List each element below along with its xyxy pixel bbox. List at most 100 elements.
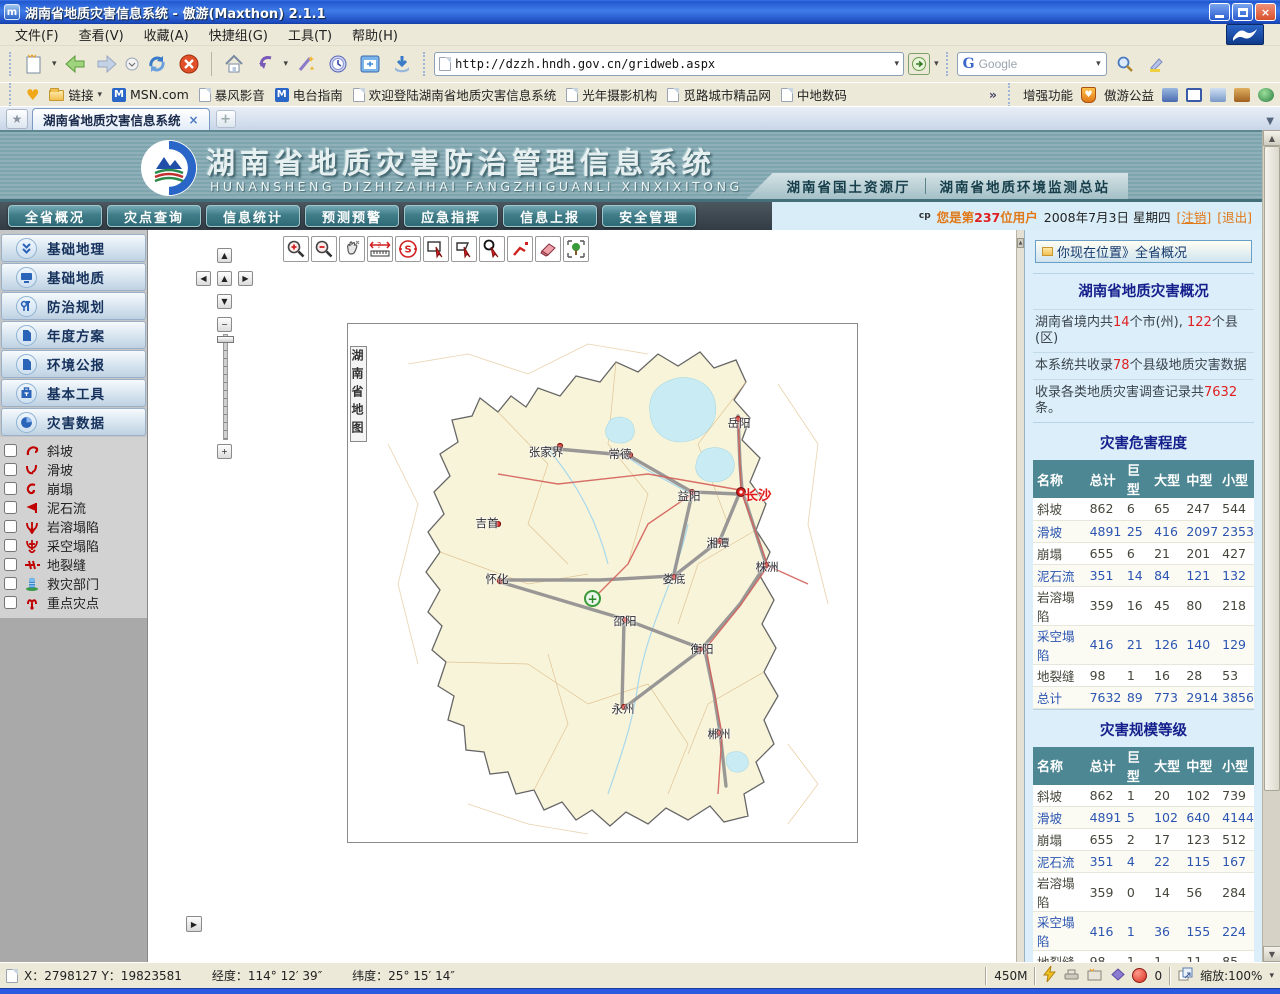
- undo-dropdown-icon[interactable]: ▾: [284, 59, 289, 69]
- full-extent-tool[interactable]: [563, 236, 589, 262]
- link-zhongdi-digital[interactable]: 中地数码: [781, 85, 847, 104]
- eraser-tool[interactable]: [535, 236, 561, 262]
- stop-button[interactable]: [175, 50, 203, 78]
- addressbar-grip[interactable]: [423, 52, 427, 76]
- address-input[interactable]: [455, 57, 890, 71]
- maxthon-shield-icon[interactable]: ♥: [1081, 87, 1096, 103]
- scroll-thumb[interactable]: [1264, 146, 1280, 791]
- nav-info-report[interactable]: 信息上报: [503, 205, 597, 227]
- org-land-resources-link[interactable]: 湖南省国土资源厅: [787, 176, 911, 196]
- new-tab-button[interactable]: +: [216, 110, 236, 128]
- nav-province-overview[interactable]: 全省概况: [8, 205, 102, 227]
- measure-distance-tool[interactable]: ?: [367, 236, 393, 262]
- download-button[interactable]: [388, 50, 416, 78]
- zoom-plus-button[interactable]: +: [217, 444, 232, 459]
- layer-checkbox-key-disaster-point[interactable]: [4, 596, 17, 609]
- tab-close-icon[interactable]: ×: [189, 113, 199, 127]
- gps-position-marker[interactable]: +: [584, 590, 601, 607]
- layer-checkbox-karst-collapse[interactable]: [4, 520, 17, 533]
- plugins-grip[interactable]: [1008, 83, 1012, 107]
- link-hunan-geohazard[interactable]: 欢迎登陆湖南省地质灾害信息系统: [353, 85, 557, 104]
- history-clock-button[interactable]: [324, 50, 352, 78]
- pan-center-button[interactable]: ▲: [217, 271, 232, 286]
- forward-button[interactable]: [93, 50, 121, 78]
- nav-security-management[interactable]: 安全管理: [602, 205, 696, 227]
- panel-scroll-up-icon[interactable]: ▲: [1017, 238, 1024, 248]
- page-scrollbar[interactable]: ▲ ▼: [1262, 130, 1280, 962]
- link-guangnian-photo[interactable]: 光年摄影机构: [566, 85, 657, 104]
- zoom-slider-thumb[interactable]: [217, 336, 234, 343]
- zoom-out-tool[interactable]: [311, 236, 337, 262]
- active-tab[interactable]: 湖南省地质灾害信息系统 ×: [32, 108, 210, 130]
- link-milu-city[interactable]: 觅路城市精品网: [667, 85, 771, 104]
- linksbar-grip[interactable]: [9, 83, 13, 107]
- maximize-button[interactable]: [1232, 3, 1253, 21]
- enhance-features-link[interactable]: 增强功能: [1023, 85, 1073, 104]
- exit-link[interactable]: [退出]: [1217, 207, 1252, 226]
- links-folder[interactable]: 链接▾: [49, 85, 102, 104]
- new-page-dropdown-icon[interactable]: ▾: [52, 59, 57, 69]
- search-button[interactable]: [1111, 50, 1139, 78]
- select-circle-tool[interactable]: [479, 236, 505, 262]
- pan-down-button[interactable]: ▼: [217, 294, 232, 309]
- refresh-button[interactable]: [143, 50, 171, 78]
- layer-checkbox-landslide[interactable]: [4, 463, 17, 476]
- sidebar-item-disaster-data[interactable]: 灾害数据: [1, 408, 146, 436]
- pan-left-button[interactable]: ◀: [196, 271, 211, 286]
- sidebar-item-environment-bulletin[interactable]: 环境公报: [1, 350, 146, 378]
- home-button[interactable]: [220, 50, 248, 78]
- undo-button[interactable]: [252, 50, 280, 78]
- proxy-icon[interactable]: [1063, 968, 1080, 984]
- globe-icon[interactable]: [1258, 88, 1274, 102]
- layer-checkbox-slope[interactable]: [4, 444, 17, 457]
- menu-file[interactable]: 文件(F): [6, 23, 68, 46]
- draw-polyline-tool[interactable]: [507, 236, 533, 262]
- layer-checkbox-rescue-department[interactable]: [4, 577, 17, 590]
- boost-icon[interactable]: [1043, 966, 1056, 985]
- google-engine-icon[interactable]: G: [963, 56, 975, 72]
- panel-scrollbar[interactable]: ▲: [1016, 230, 1024, 962]
- go-button[interactable]: [908, 53, 930, 75]
- back-button[interactable]: [61, 50, 89, 78]
- layer-checkbox-collapse[interactable]: [4, 482, 17, 495]
- menu-view[interactable]: 查看(V): [70, 23, 133, 46]
- measure-area-tool[interactable]: S: [395, 236, 421, 262]
- select-rectangle-tool[interactable]: [423, 236, 449, 262]
- map-area[interactable]: ? S ▲ ◀ ▲ ▶ ▼ − +: [148, 230, 1016, 962]
- scroll-down-button[interactable]: ▼: [1263, 946, 1280, 962]
- zoom-minus-button[interactable]: −: [217, 317, 232, 332]
- maxthon-charity-link[interactable]: 傲游公益: [1104, 85, 1154, 104]
- menu-favorites[interactable]: 收藏(A): [135, 23, 198, 46]
- new-page-button[interactable]: [20, 50, 48, 78]
- address-dropdown-icon[interactable]: ▾: [895, 59, 900, 69]
- sidebar-item-basic-tools[interactable]: 基本工具: [1, 379, 146, 407]
- layer-checkbox-mining-collapse[interactable]: [4, 539, 17, 552]
- menu-help[interactable]: 帮助(H): [343, 23, 407, 46]
- sidebar-item-prevention-planning[interactable]: 防治规划: [1, 292, 146, 320]
- layer-checkbox-debris-flow[interactable]: [4, 501, 17, 514]
- search-input[interactable]: [979, 57, 1093, 71]
- ad-blocked-icon[interactable]: [1132, 968, 1147, 983]
- map-canvas[interactable]: 湖南省地图 张家界 常德 岳阳 益阳 长沙 吉首 湘潭 株洲 娄底 怀化 邵阳 …: [347, 323, 858, 843]
- filter-pack-icon[interactable]: [1111, 968, 1125, 984]
- menu-groups[interactable]: 快捷组(G): [200, 23, 277, 46]
- sidebar-item-annual-plan[interactable]: 年度方案: [1, 321, 146, 349]
- toolbar-grip[interactable]: [9, 52, 13, 76]
- sidebar-item-basic-geology[interactable]: 基础地质: [1, 263, 146, 291]
- layer-checkbox-ground-fissure[interactable]: [4, 558, 17, 571]
- pan-tool[interactable]: [339, 236, 365, 262]
- window-tool-icon[interactable]: [1186, 88, 1202, 102]
- pan-right-button[interactable]: ▶: [238, 271, 253, 286]
- scroll-up-button[interactable]: ▲: [1263, 130, 1280, 146]
- sidebar-item-basic-geography[interactable]: 基础地理: [1, 234, 146, 262]
- window-list-button[interactable]: [356, 50, 384, 78]
- resize-page-icon[interactable]: [1178, 967, 1193, 984]
- notes-icon[interactable]: [1210, 88, 1226, 102]
- go-dropdown-icon[interactable]: ▾: [934, 59, 939, 69]
- history-dropdown-button[interactable]: [125, 50, 139, 78]
- map-slide-button[interactable]: ▶: [186, 916, 202, 932]
- zoom-in-tool[interactable]: [283, 236, 309, 262]
- magic-wand-button[interactable]: [292, 50, 320, 78]
- select-polygon-tool[interactable]: [451, 236, 477, 262]
- menu-tools[interactable]: 工具(T): [279, 23, 341, 46]
